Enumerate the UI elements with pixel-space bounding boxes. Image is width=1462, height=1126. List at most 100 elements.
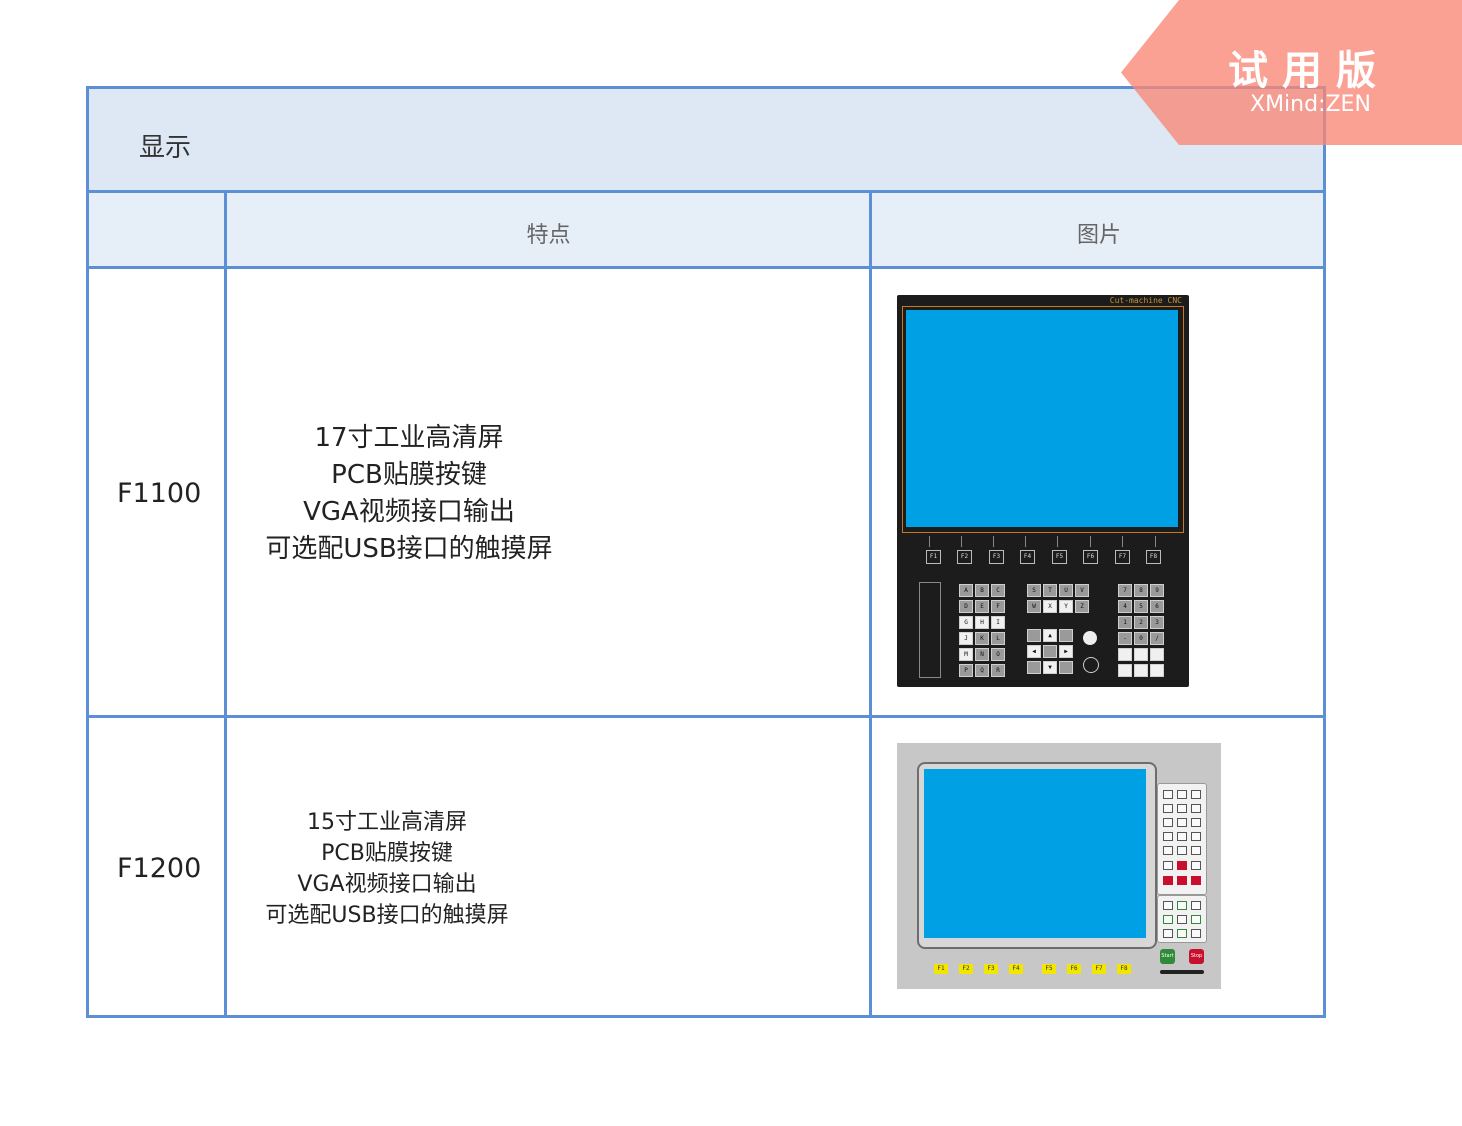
keypad-key: S [1027,584,1041,597]
model-name: F1200 [117,853,202,884]
keypad-key: K [975,632,989,645]
arrow-up-icon [1177,901,1187,910]
keypad-key: 9 [1150,584,1164,597]
arrow-left-icon [1163,915,1173,924]
function-key: F4 [1009,964,1023,974]
keypad-key: V [1075,584,1089,597]
function-key: F1 [926,550,941,564]
keypad-key: N [975,648,989,661]
keypad-key [1163,861,1173,870]
keypad-key: H [975,616,989,629]
feature-item: 15寸工业高清屏 [307,810,467,835]
keypad-key [1163,929,1173,938]
feature-item: PCB贴膜按键 [331,460,487,490]
keypad-key [1177,915,1187,924]
keypad-key: 7 [1118,584,1132,597]
header-image: 图片 [1076,223,1121,248]
feature-item: VGA视频接口输出 [297,872,477,897]
header-row: 特点 图片 [89,193,1323,269]
keypad-key [1150,648,1164,661]
keypad-key [1163,846,1173,855]
function-key: F3 [984,964,998,974]
feature-list: 17寸工业高清屏 PCB贴膜按键 VGA视频接口输出 可选配USB接口的触摸屏 [227,420,591,568]
keypad-key: U [1059,584,1073,597]
feature-item: PCB贴膜按键 [321,841,453,866]
f1100-panel-image: Cut-machine CNC F1 F2 F3 F4 F5 F6 F7 F8 … [897,295,1189,687]
arrow-down-icon [1177,929,1187,938]
keypad-key [1191,804,1201,813]
keypad-key [1134,648,1148,661]
keypad-key: 8 [1134,584,1148,597]
round-key [1083,657,1099,673]
sheet-title-row: 显示 [89,89,1323,193]
arrow-right-icon [1191,915,1201,924]
function-key: F6 [1083,550,1098,564]
keypad-key: 0 [1134,632,1148,645]
keypad-key [1191,846,1201,855]
function-key: F2 [957,550,972,564]
keypad-key [1150,664,1164,677]
keypad-key [1177,818,1187,827]
feature-item: VGA视频接口输出 [303,497,515,527]
keypad-key: A [959,584,973,597]
arrow-up-icon: ▲ [1043,629,1057,642]
keypad-key [1134,664,1148,677]
keypad-key [1177,846,1187,855]
arrow-right-icon: ▶ [1059,645,1073,658]
keypad-key [1191,929,1201,938]
keypad-key [1163,901,1173,910]
softkey-tick [961,536,962,547]
keypad-key [1177,804,1187,813]
keypad-key: I [991,616,1005,629]
function-key: F8 [1117,964,1131,974]
keypad-key [1191,901,1201,910]
round-key [1083,631,1097,645]
keypad-key: 3 [1150,616,1164,629]
keypad-key: L [991,632,1005,645]
keypad-key [1177,861,1187,870]
numeric-keypad [1157,783,1207,895]
keypad-key [1059,629,1073,642]
keypad-key: G [959,616,973,629]
function-key: F5 [1042,964,1056,974]
function-key: F7 [1092,964,1106,974]
keypad-key [1163,804,1173,813]
keypad-key [1191,876,1201,885]
softkey-tick [993,536,994,547]
keypad-key: R [991,664,1005,677]
softkey-tick [1057,536,1058,547]
softkey-tick [1155,536,1156,547]
feature-item: 17寸工业高清屏 [314,423,504,453]
softkey-tick [1122,536,1123,547]
header-features: 特点 [526,223,571,248]
keypad-key: Z [1075,600,1089,613]
stop-button: Stop [1189,949,1204,964]
keypad-key: 1 [1118,616,1132,629]
keypad-key: Y [1059,600,1073,613]
watermark-subtitle: XMind:ZEN [1250,92,1371,117]
keypad-key [1027,661,1041,674]
arrow-left-icon: ◀ [1027,645,1041,658]
keypad-key: - [1118,632,1132,645]
keypad-key: 5 [1134,600,1148,613]
keypad-key: 4 [1118,600,1132,613]
keypad-key [1118,648,1132,661]
keypad-key [1191,790,1201,799]
keypad-key [1027,629,1041,642]
f1200-panel-image: Start Stop F1 F2 F3 F4 F5 F6 F7 F8 [897,743,1221,989]
display-screen [924,769,1146,938]
keypad-key [1191,832,1201,841]
keypad-key [1191,861,1201,870]
keypad-key [1163,818,1173,827]
keypad-key: W [1027,600,1041,613]
function-key: F7 [1115,550,1130,564]
keypad-key: 2 [1134,616,1148,629]
start-button: Start [1160,949,1175,964]
feature-list: 15寸工业高清屏 PCB贴膜按键 VGA视频接口输出 可选配USB接口的触摸屏 [237,807,537,931]
keypad-key: E [975,600,989,613]
keypad-key: M [959,648,973,661]
keypad-key: B [975,584,989,597]
usb-slot [1160,970,1204,974]
sheet-title: 显示 [139,133,192,163]
keypad-key: F [991,600,1005,613]
